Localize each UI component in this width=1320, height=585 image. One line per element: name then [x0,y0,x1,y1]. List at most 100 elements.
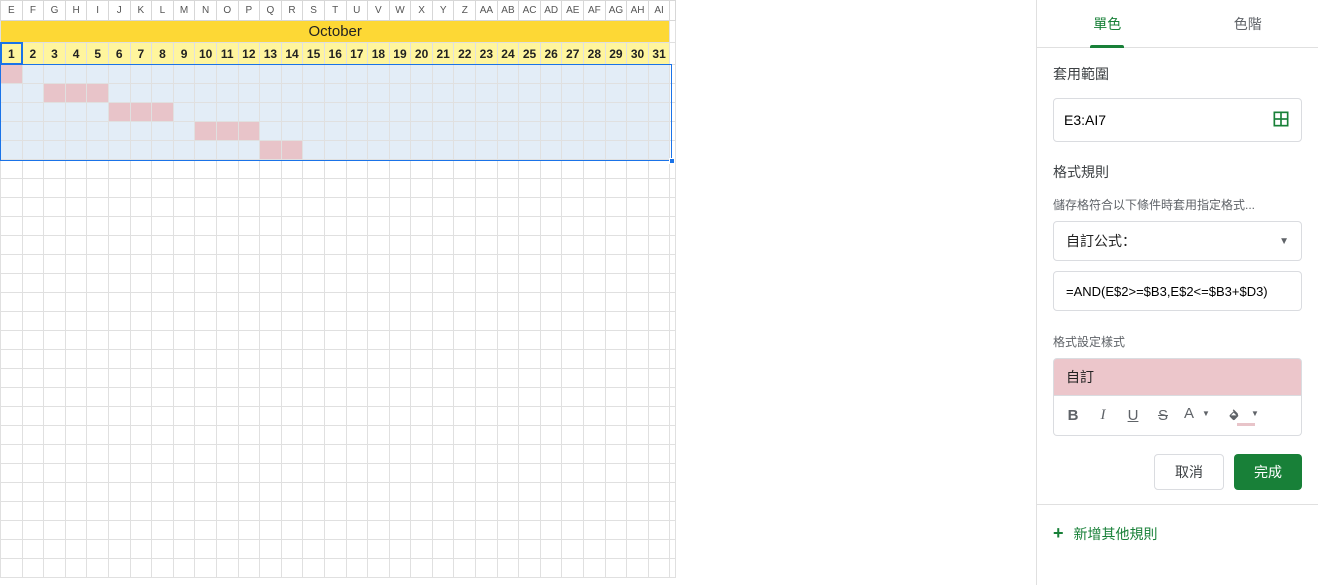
cell[interactable] [87,198,109,217]
cell[interactable] [87,502,109,521]
cell[interactable] [216,65,238,84]
cell[interactable] [22,179,44,198]
cell[interactable] [670,331,676,350]
cell[interactable] [108,122,130,141]
cell[interactable] [87,407,109,426]
cell[interactable] [432,559,454,578]
cell[interactable] [454,293,476,312]
cell[interactable] [303,255,325,274]
cell[interactable] [540,445,562,464]
cell[interactable] [324,312,346,331]
cell[interactable] [627,407,649,426]
cell[interactable] [540,255,562,274]
cell[interactable] [1,426,23,445]
cell[interactable] [368,445,390,464]
cell[interactable] [584,502,606,521]
cell[interactable] [130,502,152,521]
cell[interactable] [605,388,627,407]
cell[interactable] [605,160,627,179]
cell[interactable] [476,559,498,578]
cell[interactable] [389,65,411,84]
cell[interactable] [648,350,670,369]
cell[interactable] [44,141,66,160]
cell[interactable] [627,331,649,350]
cell[interactable] [216,198,238,217]
cell[interactable] [476,464,498,483]
cell[interactable] [454,274,476,293]
italic-button[interactable]: I [1094,407,1112,424]
cell[interactable] [65,521,87,540]
cell[interactable] [454,407,476,426]
cell[interactable] [562,426,584,445]
cell[interactable] [476,103,498,122]
cell[interactable] [648,502,670,521]
tab-single-color[interactable]: 單色 [1037,0,1178,47]
cell[interactable] [108,331,130,350]
cell[interactable] [44,84,66,103]
cell[interactable] [238,103,260,122]
cell[interactable] [540,236,562,255]
cell[interactable] [22,274,44,293]
cell[interactable] [173,103,195,122]
cell[interactable] [22,407,44,426]
cell[interactable] [432,331,454,350]
cell[interactable] [389,331,411,350]
cell[interactable] [238,122,260,141]
cell[interactable] [152,84,174,103]
cell[interactable] [324,540,346,559]
cell[interactable] [368,407,390,426]
cell[interactable] [648,426,670,445]
cell[interactable] [108,103,130,122]
cell[interactable] [108,445,130,464]
cell[interactable] [432,236,454,255]
cell[interactable] [540,312,562,331]
cell[interactable] [411,445,433,464]
cell[interactable] [324,141,346,160]
cell[interactable] [108,350,130,369]
cell[interactable] [627,559,649,578]
cell[interactable] [540,293,562,312]
cancel-button[interactable]: 取消 [1154,454,1224,490]
cell[interactable] [1,103,23,122]
cell[interactable] [65,274,87,293]
cell[interactable] [216,217,238,236]
cell[interactable] [432,198,454,217]
cell[interactable] [519,426,541,445]
cell[interactable] [389,483,411,502]
cell[interactable] [454,464,476,483]
cell[interactable] [346,141,368,160]
cell[interactable] [303,141,325,160]
cell[interactable] [1,236,23,255]
cell[interactable] [540,521,562,540]
cell[interactable] [22,350,44,369]
cell[interactable] [152,407,174,426]
cell[interactable] [238,426,260,445]
cell[interactable] [324,559,346,578]
cell[interactable] [108,426,130,445]
cell[interactable] [432,274,454,293]
cell[interactable] [476,369,498,388]
cell[interactable] [476,217,498,236]
cell[interactable] [1,65,23,84]
cell[interactable] [22,483,44,502]
day-cell[interactable]: 30 [627,43,649,65]
cell[interactable] [324,274,346,293]
cell[interactable] [303,540,325,559]
cell[interactable] [281,388,303,407]
cell[interactable] [173,426,195,445]
cell[interactable] [1,160,23,179]
cell[interactable] [152,198,174,217]
range-input[interactable] [1064,112,1271,128]
cell[interactable] [195,293,217,312]
cell[interactable] [130,103,152,122]
cell[interactable] [281,426,303,445]
cell[interactable] [562,445,584,464]
day-cell[interactable]: 14 [281,43,303,65]
col-header[interactable]: V [368,1,390,21]
cell[interactable] [1,502,23,521]
cell[interactable] [670,255,676,274]
cell[interactable] [22,369,44,388]
cell[interactable] [195,122,217,141]
cell[interactable] [411,122,433,141]
cell[interactable] [324,122,346,141]
